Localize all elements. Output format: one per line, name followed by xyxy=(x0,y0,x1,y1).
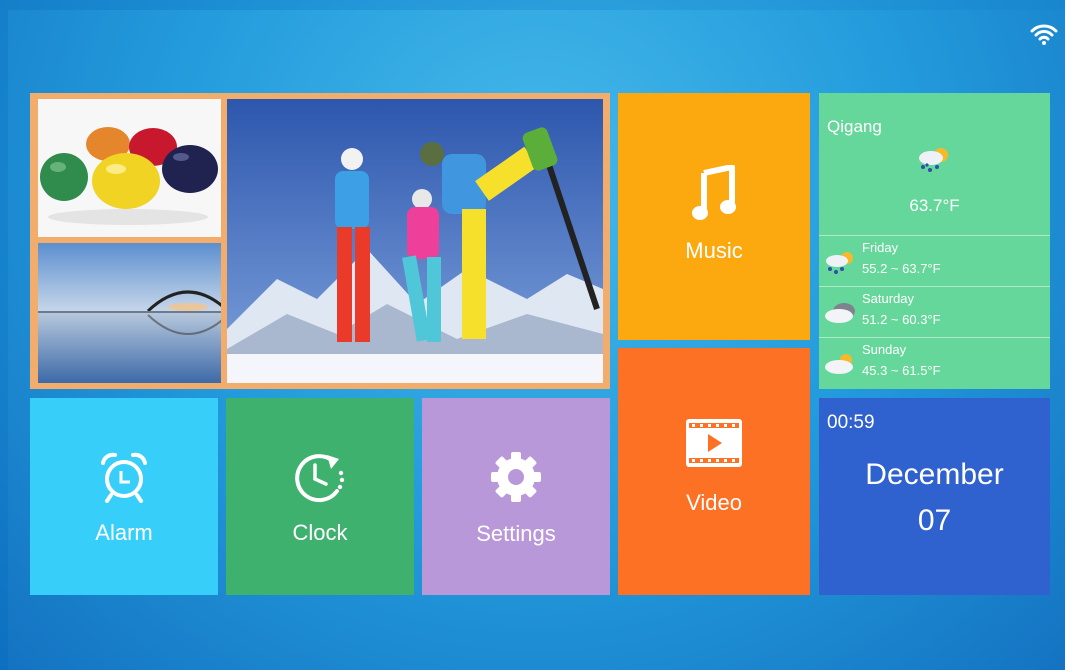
colorful-eggs-photo[interactable] xyxy=(38,99,221,237)
current-day: 07 xyxy=(917,504,952,537)
video-tile[interactable]: Video xyxy=(618,348,810,595)
forecast-range: 45.3 ~ 61.5°F xyxy=(862,363,941,378)
bridge-lake-photo[interactable] xyxy=(38,243,221,383)
forecast-row: Friday 55.2 ~ 63.7°F xyxy=(819,235,1050,286)
alarm-label: Alarm xyxy=(95,520,153,545)
alarm-tile[interactable]: Alarm xyxy=(30,398,218,595)
forecast-day: Friday xyxy=(862,240,899,255)
rain-sun-icon xyxy=(824,250,856,279)
rain-sun-icon xyxy=(916,145,952,178)
settings-tile[interactable]: Settings xyxy=(422,398,610,595)
cloud-icon xyxy=(824,301,858,330)
music-label: Music xyxy=(685,238,743,263)
forecast-range: 51.2 ~ 60.3°F xyxy=(862,312,941,327)
forecast-row: Sunday 45.3 ~ 61.5°F xyxy=(819,337,1050,388)
skiers-photo[interactable] xyxy=(227,99,603,383)
sun-cloud-icon xyxy=(824,352,858,381)
film-play-icon xyxy=(686,419,742,472)
weather-widget[interactable]: Qigang 63.7°F Friday 55.2 ~ 63.7°F Satur… xyxy=(819,93,1050,389)
photo-gallery[interactable] xyxy=(30,93,610,389)
forecast-day: Sunday xyxy=(862,342,907,357)
current-time: 00:59 xyxy=(827,412,875,433)
weather-city: Qigang xyxy=(827,117,882,136)
music-tile[interactable]: Music xyxy=(618,93,810,340)
forecast-range: 55.2 ~ 63.7°F xyxy=(862,261,941,276)
clock-history-icon xyxy=(293,451,347,508)
gear-icon xyxy=(489,450,543,509)
current-temperature: 63.7°F xyxy=(909,196,960,215)
music-note-icon xyxy=(692,164,736,226)
current-month: December xyxy=(865,458,1004,491)
clock-tile[interactable]: Clock xyxy=(226,398,414,595)
forecast-day: Saturday xyxy=(862,291,915,306)
settings-label: Settings xyxy=(476,521,556,546)
wifi-icon[interactable] xyxy=(1030,22,1058,46)
video-label: Video xyxy=(686,490,742,515)
date-time-widget[interactable]: 00:59 December 07 xyxy=(819,398,1050,595)
forecast-row: Saturday 51.2 ~ 60.3°F xyxy=(819,286,1050,337)
clock-label: Clock xyxy=(292,520,348,545)
alarm-clock-icon xyxy=(99,451,149,508)
